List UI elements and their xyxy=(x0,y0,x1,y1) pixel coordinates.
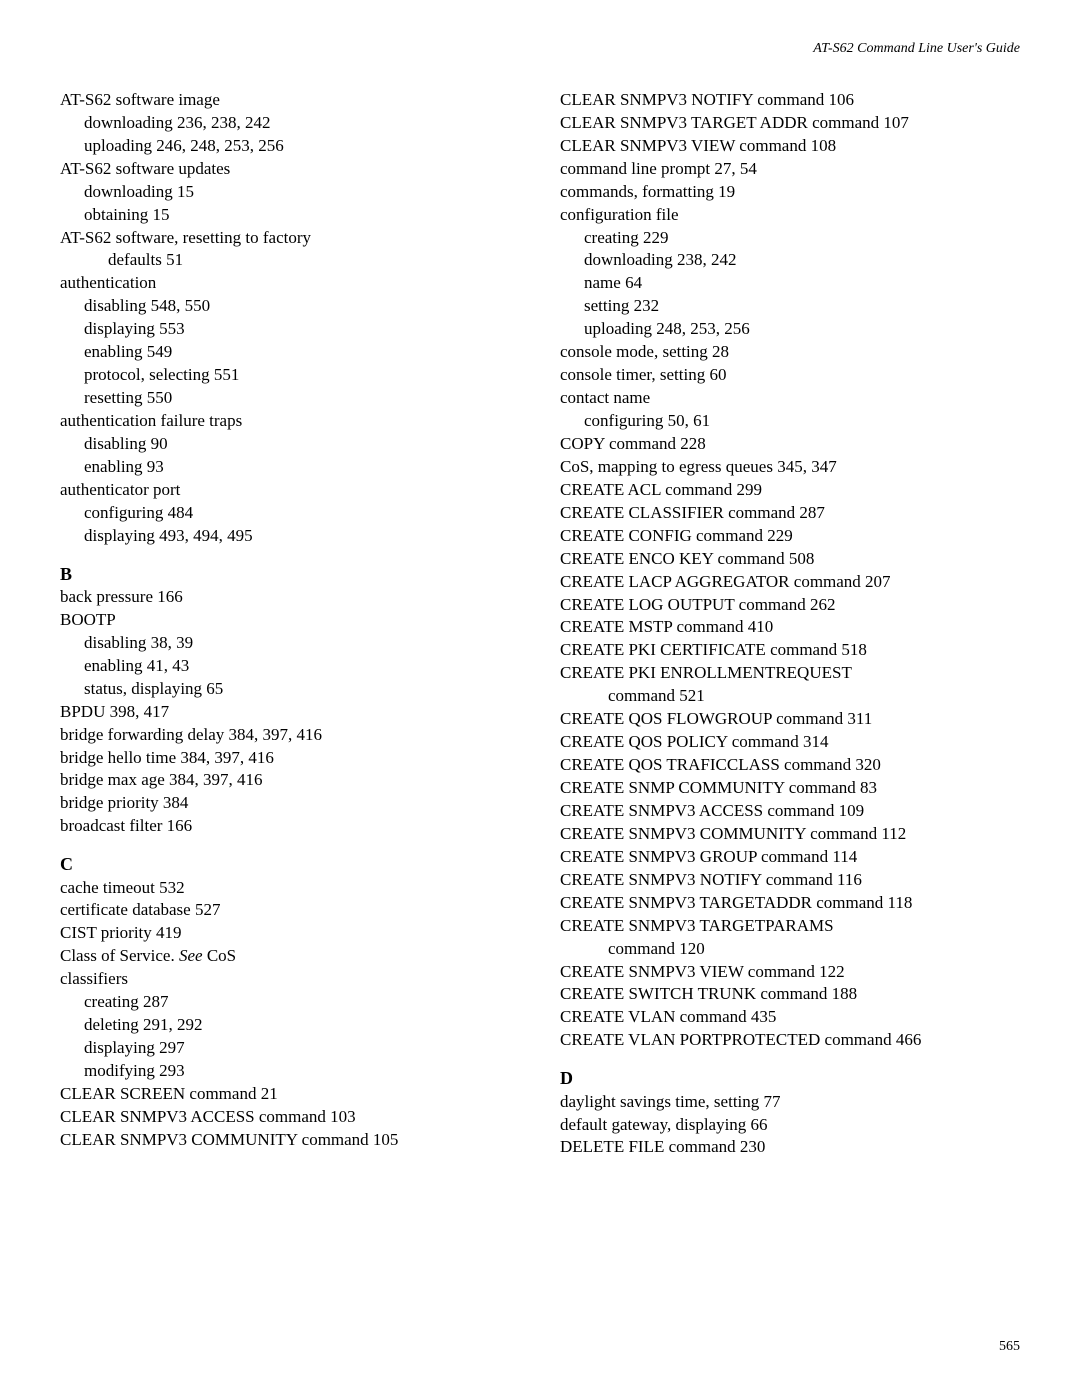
index-entry: CREATE VLAN PORTPROTECTED command 466 xyxy=(560,1029,1020,1052)
index-entry: Class of Service. See CoS xyxy=(60,945,520,968)
index-entry: CLEAR SNMPV3 NOTIFY command 106 xyxy=(560,89,1020,112)
index-entry: CLEAR SNMPV3 TARGET ADDR command 107 xyxy=(560,112,1020,135)
index-entry: CREATE QOS FLOWGROUP command 311 xyxy=(560,708,1020,731)
index-entry: CoS, mapping to egress queues 345, 347 xyxy=(560,456,1020,479)
index-entry: CREATE SNMPV3 ACCESS command 109 xyxy=(560,800,1020,823)
index-entry: downloading 238, 242 xyxy=(584,249,1020,272)
index-entry: CREATE CONFIG command 229 xyxy=(560,525,1020,548)
index-entry: CREATE ACL command 299 xyxy=(560,479,1020,502)
index-entry: classifiers xyxy=(60,968,520,991)
index-entry: CLEAR SNMPV3 ACCESS command 103 xyxy=(60,1106,520,1129)
index-entry: authentication xyxy=(60,272,520,295)
index-entry: CREATE PKI ENROLLMENTREQUEST xyxy=(560,662,1020,685)
index-entry: disabling 90 xyxy=(84,433,520,456)
index-entry-text: Class of Service. xyxy=(60,946,179,965)
index-entry: deleting 291, 292 xyxy=(84,1014,520,1037)
right-column: CLEAR SNMPV3 NOTIFY command 106CLEAR SNM… xyxy=(560,89,1020,1159)
page-number: 565 xyxy=(999,1338,1020,1357)
left-column: AT-S62 software imagedownloading 236, 23… xyxy=(60,89,520,1159)
index-entry: CREATE LOG OUTPUT command 262 xyxy=(560,594,1020,617)
index-entry: disabling 548, 550 xyxy=(84,295,520,318)
index-section-letter: D xyxy=(560,1066,1020,1090)
index-entry: resetting 550 xyxy=(84,387,520,410)
index-entry: CREATE QOS POLICY command 314 xyxy=(560,731,1020,754)
index-entry: console mode, setting 28 xyxy=(560,341,1020,364)
index-entry: CREATE SNMPV3 COMMUNITY command 112 xyxy=(560,823,1020,846)
index-entry: BPDU 398, 417 xyxy=(60,701,520,724)
index-entry: commands, formatting 19 xyxy=(560,181,1020,204)
index-entry: bridge hello time 384, 397, 416 xyxy=(60,747,520,770)
index-entry: bridge max age 384, 397, 416 xyxy=(60,769,520,792)
index-entry: console timer, setting 60 xyxy=(560,364,1020,387)
index-entry: displaying 297 xyxy=(84,1037,520,1060)
index-entry: AT-S62 software updates xyxy=(60,158,520,181)
index-entry: setting 232 xyxy=(584,295,1020,318)
index-entry: CREATE SNMPV3 NOTIFY command 116 xyxy=(560,869,1020,892)
index-entry: configuring 484 xyxy=(84,502,520,525)
index-entry: contact name xyxy=(560,387,1020,410)
index-entry: displaying 553 xyxy=(84,318,520,341)
index-entry: command 521 xyxy=(608,685,1020,708)
see-reference: See xyxy=(179,946,203,965)
index-entry: CREATE LACP AGGREGATOR command 207 xyxy=(560,571,1020,594)
index-entry: CREATE SNMPV3 GROUP command 114 xyxy=(560,846,1020,869)
index-entry: CREATE MSTP command 410 xyxy=(560,616,1020,639)
index-entry: CREATE CLASSIFIER command 287 xyxy=(560,502,1020,525)
index-section-letter: B xyxy=(60,562,520,586)
index-entry: status, displaying 65 xyxy=(84,678,520,701)
index-entry: command 120 xyxy=(608,938,1020,961)
index-entry: enabling 41, 43 xyxy=(84,655,520,678)
index-entry: CREATE SNMPV3 TARGETADDR command 118 xyxy=(560,892,1020,915)
index-entry: configuration file xyxy=(560,204,1020,227)
index-entry: bridge forwarding delay 384, 397, 416 xyxy=(60,724,520,747)
index-entry: back pressure 166 xyxy=(60,586,520,609)
index-entry: name 64 xyxy=(584,272,1020,295)
index-entry: command line prompt 27, 54 xyxy=(560,158,1020,181)
index-entry: modifying 293 xyxy=(84,1060,520,1083)
index-entry: creating 287 xyxy=(84,991,520,1014)
index-entry: authentication failure traps xyxy=(60,410,520,433)
index-entry: AT-S62 software image xyxy=(60,89,520,112)
index-entry: CLEAR SNMPV3 VIEW command 108 xyxy=(560,135,1020,158)
index-entry: CREATE SWITCH TRUNK command 188 xyxy=(560,983,1020,1006)
index-entry: bridge priority 384 xyxy=(60,792,520,815)
index-columns: AT-S62 software imagedownloading 236, 23… xyxy=(60,89,1020,1159)
index-entry: COPY command 228 xyxy=(560,433,1020,456)
index-entry: CLEAR SCREEN command 21 xyxy=(60,1083,520,1106)
index-entry: daylight savings time, setting 77 xyxy=(560,1091,1020,1114)
index-entry-suffix: CoS xyxy=(203,946,237,965)
index-entry: CIST priority 419 xyxy=(60,922,520,945)
index-entry: enabling 93 xyxy=(84,456,520,479)
index-entry: uploading 246, 248, 253, 256 xyxy=(84,135,520,158)
index-entry: CLEAR SNMPV3 COMMUNITY command 105 xyxy=(60,1129,520,1152)
index-entry: DELETE FILE command 230 xyxy=(560,1136,1020,1159)
index-entry: enabling 549 xyxy=(84,341,520,364)
index-entry: disabling 38, 39 xyxy=(84,632,520,655)
index-entry: creating 229 xyxy=(584,227,1020,250)
index-entry: CREATE ENCO KEY command 508 xyxy=(560,548,1020,571)
index-entry: downloading 15 xyxy=(84,181,520,204)
index-entry: defaults 51 xyxy=(108,249,520,272)
page-header: AT-S62 Command Line User's Guide xyxy=(60,40,1020,59)
index-entry: authenticator port xyxy=(60,479,520,502)
index-entry: default gateway, displaying 66 xyxy=(560,1114,1020,1137)
index-entry: displaying 493, 494, 495 xyxy=(84,525,520,548)
index-entry: configuring 50, 61 xyxy=(584,410,1020,433)
index-entry: CREATE PKI CERTIFICATE command 518 xyxy=(560,639,1020,662)
index-entry: broadcast filter 166 xyxy=(60,815,520,838)
index-entry: BOOTP xyxy=(60,609,520,632)
index-entry: CREATE QOS TRAFICCLASS command 320 xyxy=(560,754,1020,777)
index-entry: CREATE VLAN command 435 xyxy=(560,1006,1020,1029)
index-entry: protocol, selecting 551 xyxy=(84,364,520,387)
index-entry: downloading 236, 238, 242 xyxy=(84,112,520,135)
index-entry: AT-S62 software, resetting to factory xyxy=(60,227,520,250)
index-entry: CREATE SNMPV3 TARGETPARAMS xyxy=(560,915,1020,938)
index-entry: uploading 248, 253, 256 xyxy=(584,318,1020,341)
index-entry: obtaining 15 xyxy=(84,204,520,227)
index-entry: certificate database 527 xyxy=(60,899,520,922)
index-entry: cache timeout 532 xyxy=(60,877,520,900)
index-section-letter: C xyxy=(60,852,520,876)
index-entry: CREATE SNMPV3 VIEW command 122 xyxy=(560,961,1020,984)
index-entry: CREATE SNMP COMMUNITY command 83 xyxy=(560,777,1020,800)
